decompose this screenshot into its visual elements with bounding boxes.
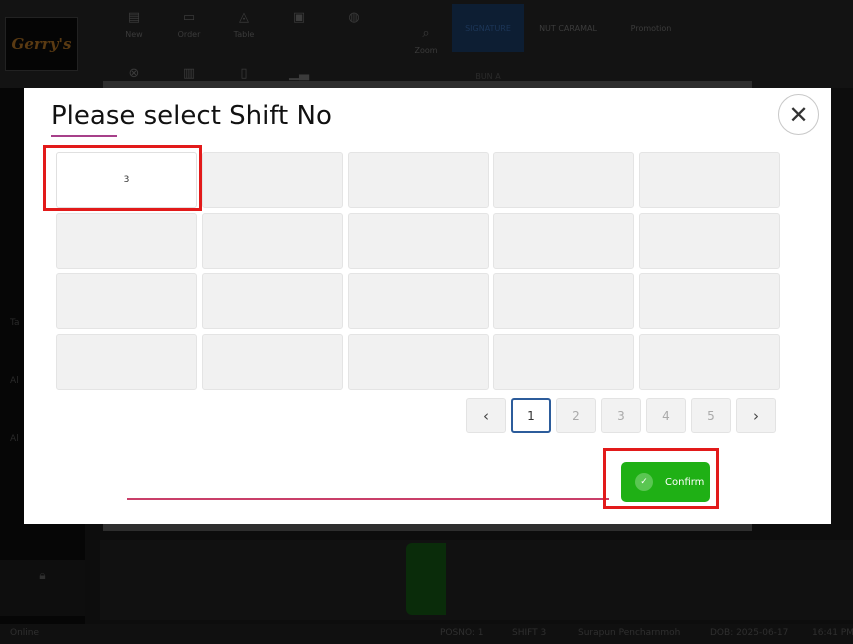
dialog-title: Please select Shift No [51,101,332,131]
shift-cell[interactable] [201,273,343,329]
shift-cell[interactable] [56,212,197,269]
shift-cell[interactable] [201,212,343,269]
page-button-2[interactable]: 2 [556,398,596,433]
time-status: 16:41 PM [812,628,853,638]
shift-cell[interactable] [56,333,197,390]
shift-cell[interactable] [201,333,343,390]
shift-select-dialog: Please select Shift No ✕ 3 ‹ 1 2 3 4 5 ›… [24,88,831,524]
shift-cell[interactable] [639,152,780,208]
prev-page-button[interactable]: ‹ [466,398,506,433]
shift-cell[interactable] [347,333,489,390]
highlight-box-shift [43,145,202,211]
list-icon: ▥ [182,66,196,81]
online-status: Online [10,628,40,638]
highlight-box-confirm [603,448,719,509]
printer-icon: ▣ [292,10,306,25]
top-toolbar: Gerry's ▤ New ▭ Order ◬ Table ▣ ◍ ⌕ Zoom… [0,0,853,88]
page-button-3[interactable]: 3 [601,398,641,433]
status-bar: Online POSNO: 1 SHIFT 3 Surapun Pencharn… [0,624,853,644]
zoom-icon: ⌕ [422,26,430,41]
tab-signature[interactable]: SIGNATURE [452,4,524,52]
brand-logo: Gerry's [5,17,78,71]
page-button-1[interactable]: 1 [511,398,551,433]
lock-icon: 🔒︎ [39,568,46,582]
toolbar-print-button[interactable]: ▣ [271,10,327,50]
sidebar-text: Ta [10,318,20,328]
shift-cell[interactable] [493,333,635,390]
shift-cell[interactable] [639,333,780,390]
user-status: Surapun Pencharnmoh [578,628,681,638]
next-page-button[interactable]: › [736,398,776,433]
pagination: ‹ 1 2 3 4 5 › [466,398,776,433]
chevron-right-icon: › [753,406,759,425]
lock-button[interactable]: 🔒︎ [0,560,85,616]
page-button-4[interactable]: 4 [646,398,686,433]
toolbar-zoom-button[interactable]: ⌕ Zoom [398,26,454,66]
printer2-icon: ◍ [348,10,360,25]
shift-cell[interactable] [201,152,343,208]
toolbar-table-button[interactable]: ◬ Table [216,10,272,50]
shift-cell[interactable] [639,212,780,269]
close-icon: ✕ [788,100,809,129]
tab-promotion[interactable]: Promotion [614,4,688,52]
shift-cell[interactable] [639,273,780,329]
input-underline[interactable] [127,498,609,500]
chevron-left-icon: ‹ [483,406,489,425]
shift-cell[interactable] [493,273,635,329]
file-icon: ▯ [240,66,248,81]
bottom-panel [100,540,853,620]
chart-icon: ▁▃ [289,66,309,81]
tab-nut-caramal[interactable]: NUT CARAMAL [528,4,608,52]
title-underline [51,135,117,137]
shift-cell[interactable] [493,152,635,208]
close-button[interactable]: ✕ [778,94,819,135]
shapes-icon: ◬ [239,10,249,25]
shift-status: SHIFT 3 [512,628,547,638]
shift-cell[interactable] [493,212,635,269]
folder-icon: ▭ [182,10,196,25]
toolbar-new-button[interactable]: ▤ New [106,10,162,50]
side-action-button[interactable] [406,543,446,615]
sidebar-text: Al [10,376,19,386]
shift-cell[interactable] [56,273,197,329]
sidebar-text: Al [10,434,19,444]
page-button-5[interactable]: 5 [691,398,731,433]
posno-status: POSNO: 1 [440,628,484,638]
toolbar-order-button[interactable]: ▭ Order [161,10,217,50]
document-icon: ▤ [127,10,141,25]
date-status: DOB: 2025-06-17 [710,628,789,638]
toolbar-print2-button[interactable]: ◍ [326,10,382,50]
shift-cell[interactable] [347,212,489,269]
shift-cell[interactable] [347,152,489,208]
circle-x-icon: ⊗ [128,66,140,81]
shift-cell[interactable] [347,273,489,329]
